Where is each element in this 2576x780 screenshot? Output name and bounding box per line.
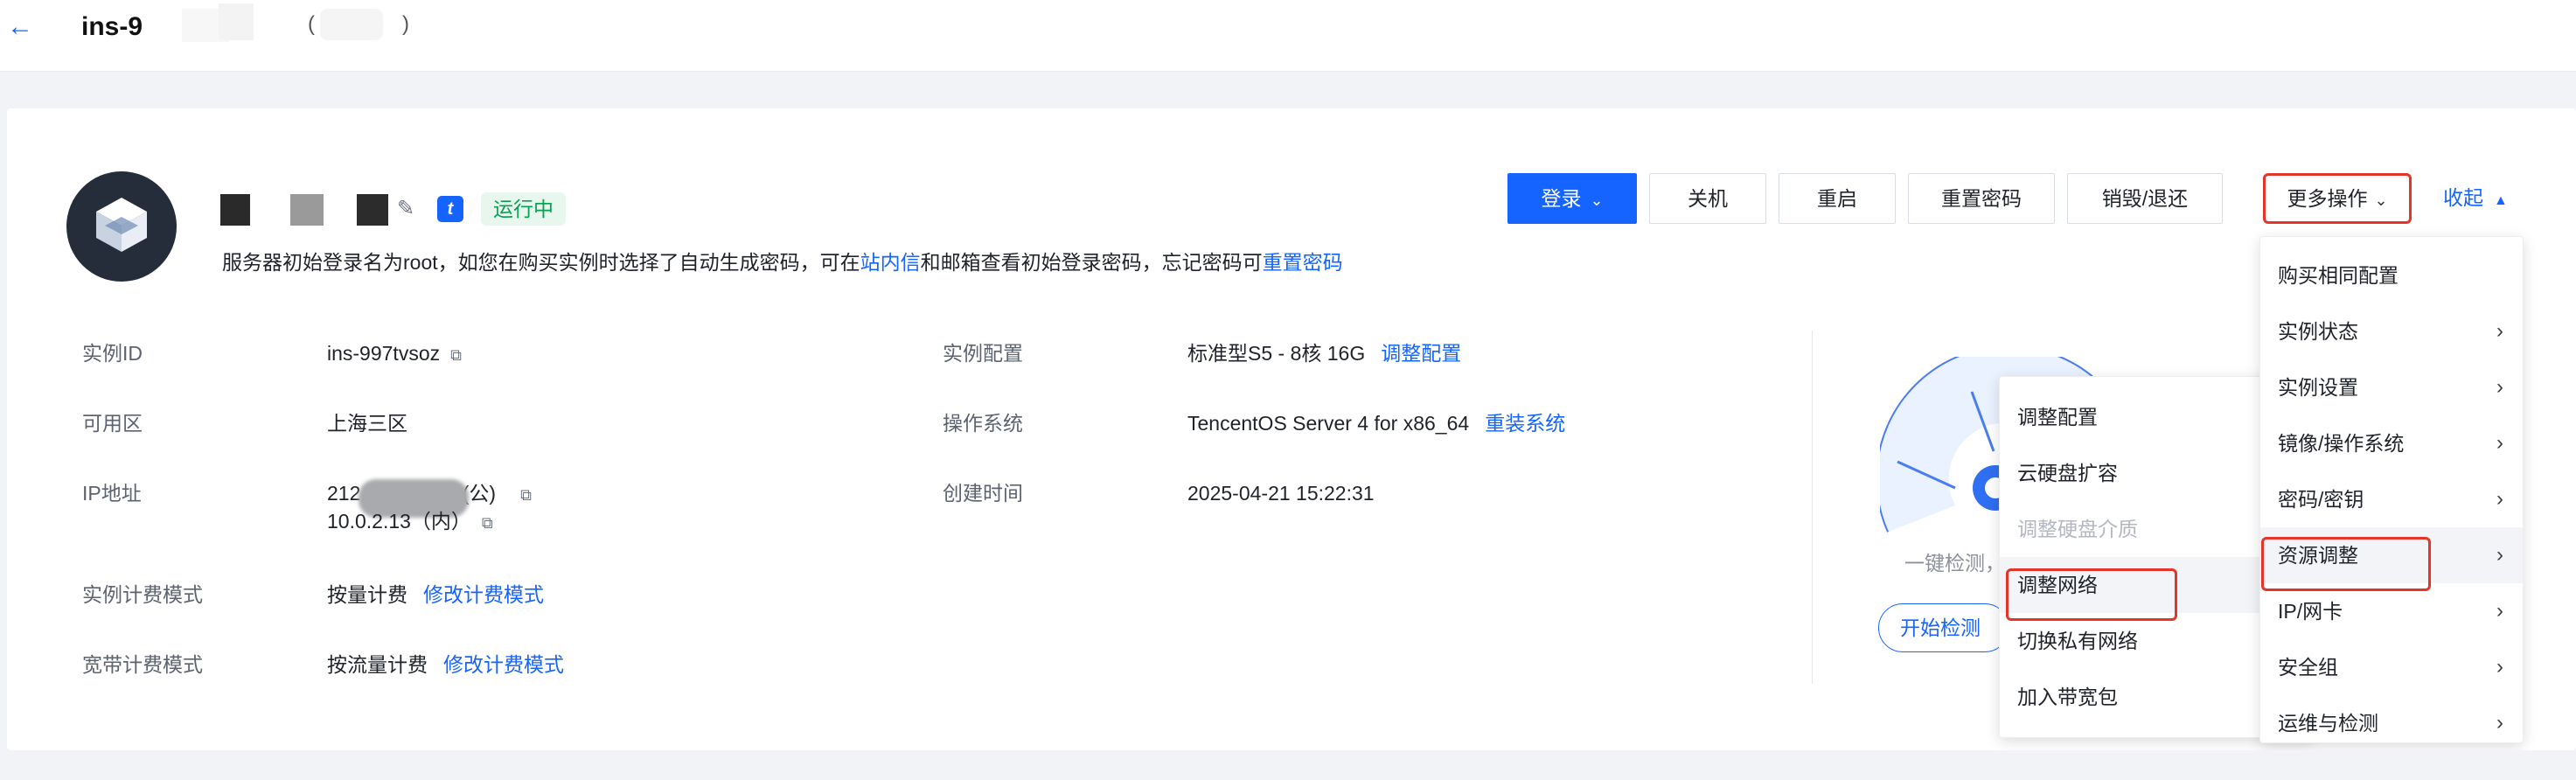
page-header: ← ins-9 ( )	[0, 0, 2576, 72]
redacted-area	[320, 9, 383, 40]
page-background-strip	[0, 750, 2576, 780]
page-title: ins-9	[81, 12, 143, 41]
bandwidth-label: 宽带计费模式	[82, 653, 203, 676]
menu-item-buy-same-config[interactable]: 购买相同配置	[2260, 247, 2523, 303]
title-paren-close: )	[402, 12, 409, 36]
arrow-left-icon[interactable]: ←	[5, 12, 35, 42]
modify-billing-link[interactable]: 修改计费模式	[423, 583, 544, 606]
copy-icon[interactable]: ⧉	[520, 481, 532, 509]
chevron-down-icon: ⌄	[2374, 192, 2388, 209]
config-value: 标准型S5 - 8核 16G 调整配置	[1187, 342, 1462, 365]
billing-label: 实例计费模式	[82, 583, 203, 606]
created-value: 2025-04-21 15:22:31	[1187, 482, 1375, 505]
menu-item-ops-diagnostics[interactable]: 运维与检测 ›	[2260, 695, 2523, 751]
os-label: 操作系统	[943, 412, 1023, 435]
server-cube-icon	[96, 198, 147, 252]
created-label: 创建时间	[943, 482, 1023, 505]
chevron-right-icon: ›	[2496, 599, 2503, 623]
pencil-icon[interactable]: ✎	[397, 196, 423, 222]
instance-avatar	[66, 171, 177, 282]
bandwidth-value: 按流量计费 修改计费模式	[327, 653, 564, 676]
chevron-right-icon: ›	[2496, 543, 2503, 567]
more-actions-menu: 购买相同配置 实例状态 › 实例设置 › 镜像/操作系统 › 密码/密钥 › 资源调整 ›…	[2259, 236, 2524, 743]
ip-private-value: 10.0.2.13（内） ⧉	[327, 507, 493, 537]
check-hint: 一键检测，	[1904, 552, 2005, 575]
menu-item-security-group[interactable]: 安全组 ›	[2260, 639, 2523, 695]
inbox-link[interactable]: 站内信	[860, 251, 921, 274]
instance-name-redacted	[220, 194, 395, 226]
reinstall-os-link[interactable]: 重装系统	[1485, 412, 1565, 435]
chevron-right-icon: ›	[2496, 487, 2503, 511]
copy-icon[interactable]: ⧉	[450, 341, 462, 369]
start-check-button[interactable]: 开始检测	[1878, 603, 2009, 652]
os-value: TencentOS Server 4 for x86_64 重装系统	[1187, 412, 1566, 435]
ip-label: IP地址	[82, 482, 142, 505]
zone-label: 可用区	[82, 412, 143, 435]
tencent-brand-icon: t	[437, 196, 463, 222]
copy-icon[interactable]: ⧉	[482, 509, 493, 537]
menu-item-instance-settings[interactable]: 实例设置 ›	[2260, 359, 2523, 415]
adjust-config-link[interactable]: 调整配置	[1381, 342, 1461, 365]
chevron-right-icon: ›	[2496, 375, 2503, 399]
caret-up-icon: ▲	[2494, 193, 2508, 208]
instance-id-label: 实例ID	[82, 342, 143, 365]
chevron-down-icon: ⌄	[1590, 192, 1604, 209]
destroy-button[interactable]: 销毁/退还	[2067, 173, 2223, 224]
menu-item-password-key[interactable]: 密码/密钥 ›	[2260, 471, 2523, 527]
chevron-right-icon: ›	[2496, 319, 2503, 343]
chevron-right-icon: ›	[2496, 655, 2503, 679]
menu-item-image-os[interactable]: 镜像/操作系统 ›	[2260, 415, 2523, 471]
menu-item-ip-nic[interactable]: IP/网卡 ›	[2260, 583, 2523, 639]
shutdown-button[interactable]: 关机	[1649, 173, 1766, 224]
instance-id-value: ins-997tvsoz ⧉	[327, 339, 462, 369]
login-button[interactable]: 登录 ⌄	[1507, 173, 1637, 224]
status-badge: 运行中	[481, 192, 566, 226]
restart-button[interactable]: 重启	[1779, 173, 1896, 224]
chevron-right-icon: ›	[2496, 431, 2503, 455]
menu-item-resource-adjust[interactable]: 资源调整 ›	[2260, 527, 2523, 583]
more-actions-button[interactable]: 更多操作 ⌄	[2263, 173, 2412, 224]
redacted-area	[219, 3, 254, 40]
collapse-link[interactable]: 收起 ▲	[2443, 184, 2508, 215]
modify-bandwidth-billing-link[interactable]: 修改计费模式	[443, 653, 564, 676]
column-divider	[1812, 331, 1813, 684]
login-hint: 服务器初始登录名为root，如您在购买实例时选择了自动生成密码，可在站内信和邮箱…	[222, 251, 1343, 274]
zone-value: 上海三区	[327, 412, 407, 435]
menu-item-instance-status[interactable]: 实例状态 ›	[2260, 303, 2523, 359]
config-label: 实例配置	[943, 342, 1023, 365]
instance-detail-card: ✎ t 运行中 服务器初始登录名为root，如您在购买实例时选择了自动生成密码，…	[7, 108, 2576, 750]
chevron-right-icon: ›	[2496, 711, 2503, 735]
title-paren-open: (	[308, 12, 315, 36]
reset-password-link[interactable]: 重置密码	[1263, 251, 1343, 274]
billing-value: 按量计费 修改计费模式	[327, 583, 544, 606]
reset-password-button[interactable]: 重置密码	[1908, 173, 2055, 224]
